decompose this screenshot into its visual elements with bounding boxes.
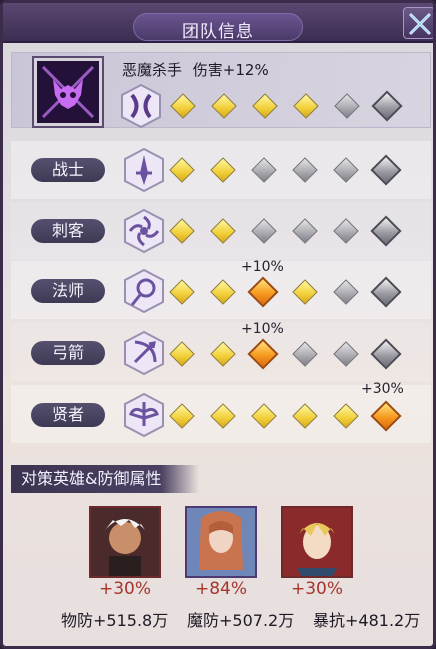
gem-large-empty: [370, 154, 402, 186]
warrior-icon: [124, 147, 164, 193]
physical-defense-stat: 物防+515.8万: [61, 611, 169, 630]
gem-large-active: [247, 338, 279, 370]
sage-bonus: +30%: [361, 381, 404, 397]
gem-empty: [334, 93, 360, 119]
gem-large-empty: [371, 90, 403, 122]
gem-filled: [169, 157, 195, 183]
gem-empty: [333, 157, 359, 183]
gem-large-empty: [370, 276, 402, 308]
hero-2-percent: +84%: [194, 579, 248, 599]
gem-empty: [251, 157, 277, 183]
gem-empty: [333, 218, 359, 244]
crit-resist-stat: 暴抗+481.2万: [313, 611, 421, 630]
hero-3-avatar: [283, 508, 351, 576]
hero-1-avatar: [91, 508, 159, 576]
title-bar: 团队信息: [3, 3, 433, 43]
gem-filled: [252, 93, 278, 119]
gem-filled: [333, 403, 359, 429]
gem-empty: [292, 157, 318, 183]
hero-3-percent: +30%: [290, 579, 344, 599]
buff-name: 恶魔杀手: [122, 61, 183, 79]
close-button[interactable]: [403, 7, 433, 39]
gem-empty: [292, 341, 318, 367]
close-icon: [409, 13, 431, 35]
gem-empty: [333, 279, 359, 305]
class-label: 战士: [31, 158, 105, 182]
mage-icon: [124, 268, 164, 314]
gem-filled: [169, 279, 195, 305]
gem-large-empty: [370, 338, 402, 370]
class-row-assassin: 刺客: [11, 202, 431, 260]
class-row-mage: 法师 +10%: [11, 259, 431, 319]
page-title: 团队信息: [182, 22, 254, 42]
hero-2-avatar: [187, 508, 255, 576]
gem-filled: [169, 218, 195, 244]
archer-icon: [124, 330, 164, 376]
gem-filled: [210, 279, 236, 305]
gem-empty: [251, 218, 277, 244]
gem-empty: [292, 218, 318, 244]
demon-portrait: [32, 56, 104, 128]
gem-filled: [169, 403, 195, 429]
magic-defense-stat: 魔防+507.2万: [187, 611, 295, 630]
gem-filled: [251, 403, 277, 429]
gem-filled: [169, 341, 195, 367]
gem-filled: [292, 403, 318, 429]
gem-empty: [333, 341, 359, 367]
archer-bonus: +10%: [241, 321, 284, 337]
team-info-panel: 团队信息 恶魔杀手 伤害+12% 战士 刺客 法师 +10% 弓箭 +10% 贤…: [0, 0, 436, 649]
class-label: 贤者: [31, 403, 105, 427]
demon-icon: [37, 61, 99, 123]
gem-filled: [210, 218, 236, 244]
gem-filled: [293, 93, 319, 119]
gem-filled: [292, 279, 318, 305]
gem-large-active: [247, 276, 279, 308]
gem-filled: [210, 157, 236, 183]
hero-portrait-3[interactable]: [281, 506, 353, 578]
demon-slayer-buff: 恶魔杀手 伤害+12%: [122, 59, 269, 80]
counter-heroes-section-title: 对策英雄&防御属性: [11, 465, 199, 493]
class-row-warrior: 战士: [11, 141, 431, 199]
hero-1-percent: +30%: [98, 579, 152, 599]
gem-large-active: [370, 400, 402, 432]
class-label: 刺客: [31, 219, 105, 243]
hero-portrait-2[interactable]: [185, 506, 257, 578]
gem-large-empty: [370, 215, 402, 247]
mage-bonus: +10%: [241, 259, 284, 275]
sage-icon: [124, 392, 164, 438]
class-row-archer: 弓箭 +10%: [11, 321, 431, 381]
demon-slayer-row: 恶魔杀手 伤害+12%: [11, 52, 431, 129]
gem-filled: [170, 93, 196, 119]
assassin-icon: [124, 208, 164, 254]
hero-portrait-1[interactable]: [89, 506, 161, 578]
buff-effect: 伤害+12%: [192, 61, 269, 79]
class-row-sage: 贤者 +30%: [11, 381, 431, 443]
class-label: 法师: [31, 279, 105, 303]
class-label: 弓箭: [31, 341, 105, 365]
gem-filled: [210, 403, 236, 429]
gem-filled: [210, 341, 236, 367]
gem-filled: [211, 93, 237, 119]
demon-class-badge: [121, 83, 161, 129]
